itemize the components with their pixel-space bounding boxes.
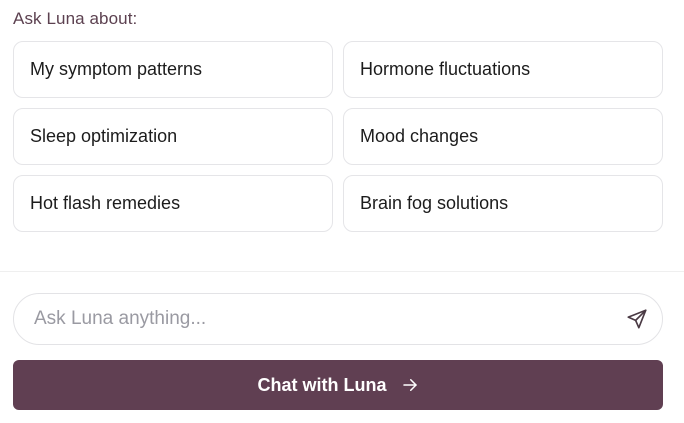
suggestion-mood-changes[interactable]: Mood changes [343,108,663,165]
suggestion-hot-flash-remedies[interactable]: Hot flash remedies [13,175,333,232]
suggestion-sleep-optimization[interactable]: Sleep optimization [13,108,333,165]
arrow-right-icon [401,376,419,394]
suggestion-hormone-fluctuations[interactable]: Hormone fluctuations [343,41,663,98]
divider [0,271,684,272]
chat-with-luna-button[interactable]: Chat with Luna [13,360,663,410]
suggestion-brain-fog-solutions[interactable]: Brain fog solutions [343,175,663,232]
chat-with-luna-label: Chat with Luna [257,374,387,395]
section-heading: Ask Luna about: [13,9,138,28]
chat-input[interactable] [34,294,604,344]
ask-luna-panel: Ask Luna about: My symptom patterns Horm… [0,0,684,423]
suggestion-symptom-patterns[interactable]: My symptom patterns [13,41,333,98]
send-icon[interactable] [626,308,648,330]
chat-input-container [13,293,663,345]
suggestion-grid: My symptom patterns Hormone fluctuations… [13,41,663,232]
